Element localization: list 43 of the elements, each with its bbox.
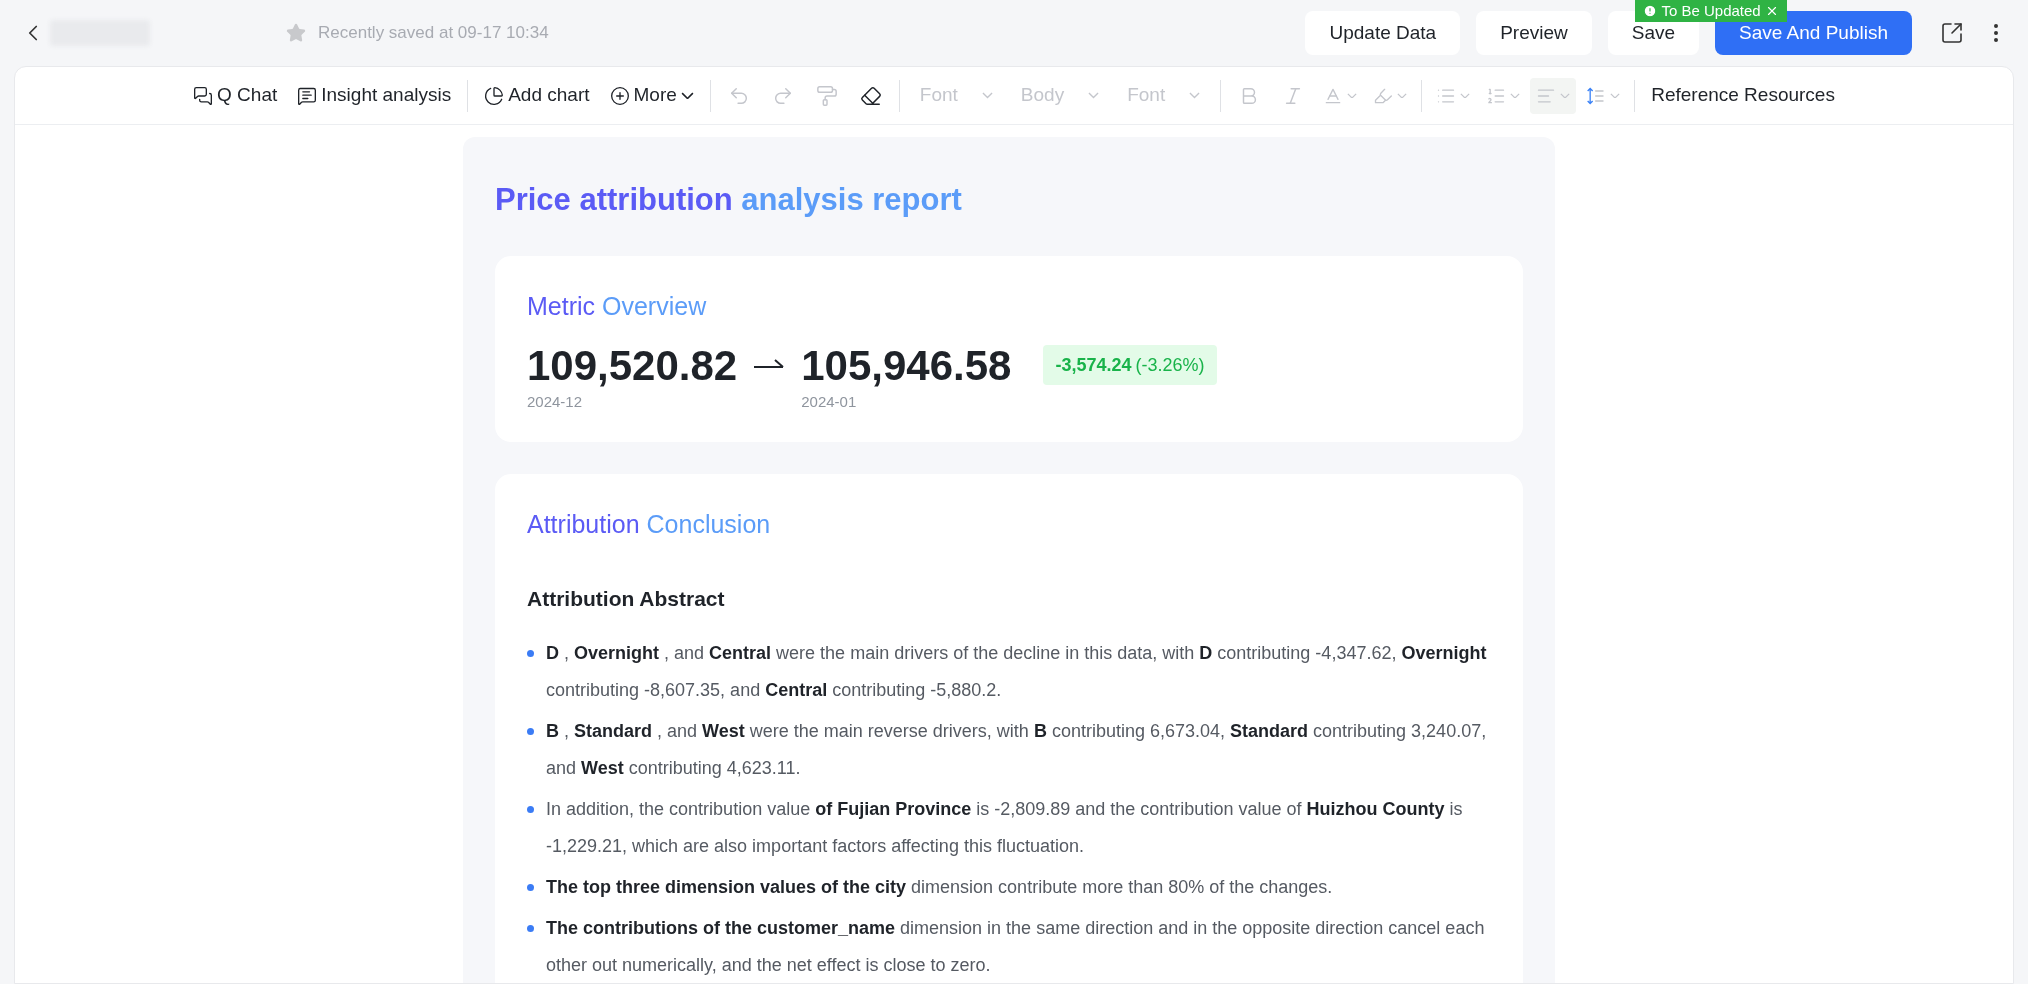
caret-icon: [1189, 92, 1201, 99]
metric-value: 105,946.58: [801, 345, 1012, 387]
bullet-text: The contributions of the customer_name dimension in the same direction and in the opposite direction cancel each other out numerically, and the net effect is close to zero.: [546, 916, 1486, 977]
abstract-title: Attribution Abstract: [527, 586, 726, 612]
saved-status: Recently saved at 09-17 10:34: [318, 22, 549, 45]
caret-icon: [1397, 92, 1408, 99]
toolbar-button[interactable]: Add chart: [476, 77, 598, 114]
share-icon[interactable]: [1940, 21, 1964, 45]
caret-icon: [1510, 92, 1521, 99]
period-label: 2024-12: [527, 392, 584, 412]
caret-icon: [1460, 92, 1471, 99]
chat-bubbles-icon: [193, 85, 214, 106]
change-percent: (-3.26%): [1135, 353, 1205, 377]
pie-chart-icon: [484, 85, 505, 106]
eraser-icon: [859, 84, 882, 107]
caret-icon: [1088, 92, 1100, 99]
caret-icon: [981, 92, 993, 99]
paint-roller-icon: [815, 84, 838, 107]
header-button[interactable]: Update Data: [1305, 11, 1461, 55]
line-height-icon: [1586, 85, 1607, 106]
section-title: Attribution Conclusion: [527, 508, 772, 540]
bullet-text: In addition, the contribution value of Fujian Province is -2,809.89 and the contribution value of Huizhou County is -1,229.21, which are also important factors affecting this fluctuation.: [546, 797, 1464, 858]
section-title: Metric Overview: [527, 290, 708, 322]
report-title: Price attribution analysis report: [495, 181, 963, 219]
change-value: -3,574.24: [1055, 353, 1132, 377]
bullet-text: B , Standard , and West were the main reverse drivers, with B contributing 6,673.04, Standard contributing 3,240.07, and West contributing 4,623.11.: [546, 719, 1488, 780]
caret-icon: [1347, 92, 1358, 99]
message-icon: [297, 85, 318, 106]
header-button[interactable]: Preview: [1476, 11, 1592, 55]
toolbar-button[interactable]: Insight analysis: [289, 77, 460, 114]
caret-icon: [680, 91, 694, 100]
caret-icon: [1610, 92, 1621, 99]
metric-value: 109,520.82: [527, 345, 738, 387]
plus-circle-icon: [609, 85, 630, 106]
period-label: 2024-01: [801, 392, 858, 412]
caret-icon: [1560, 92, 1571, 99]
toolbar-button[interactable]: Q Chat: [185, 77, 286, 114]
star-icon[interactable]: [286, 23, 306, 43]
reference-resources-button[interactable]: Reference Resources: [1643, 77, 1843, 114]
bullet-text: The top three dimension values of the city dimension contribute more than 80% of the changes.: [546, 875, 1333, 899]
more-menu-button[interactable]: More: [601, 77, 702, 114]
bullet-text: D , Overnight , and Central were the main drivers of the decline in this data, with D contributing -4,347.62, Overnight contributing -8,607.35, and Central contributing -5,880.2.: [546, 641, 1488, 702]
alert-icon: [1643, 4, 1658, 18]
